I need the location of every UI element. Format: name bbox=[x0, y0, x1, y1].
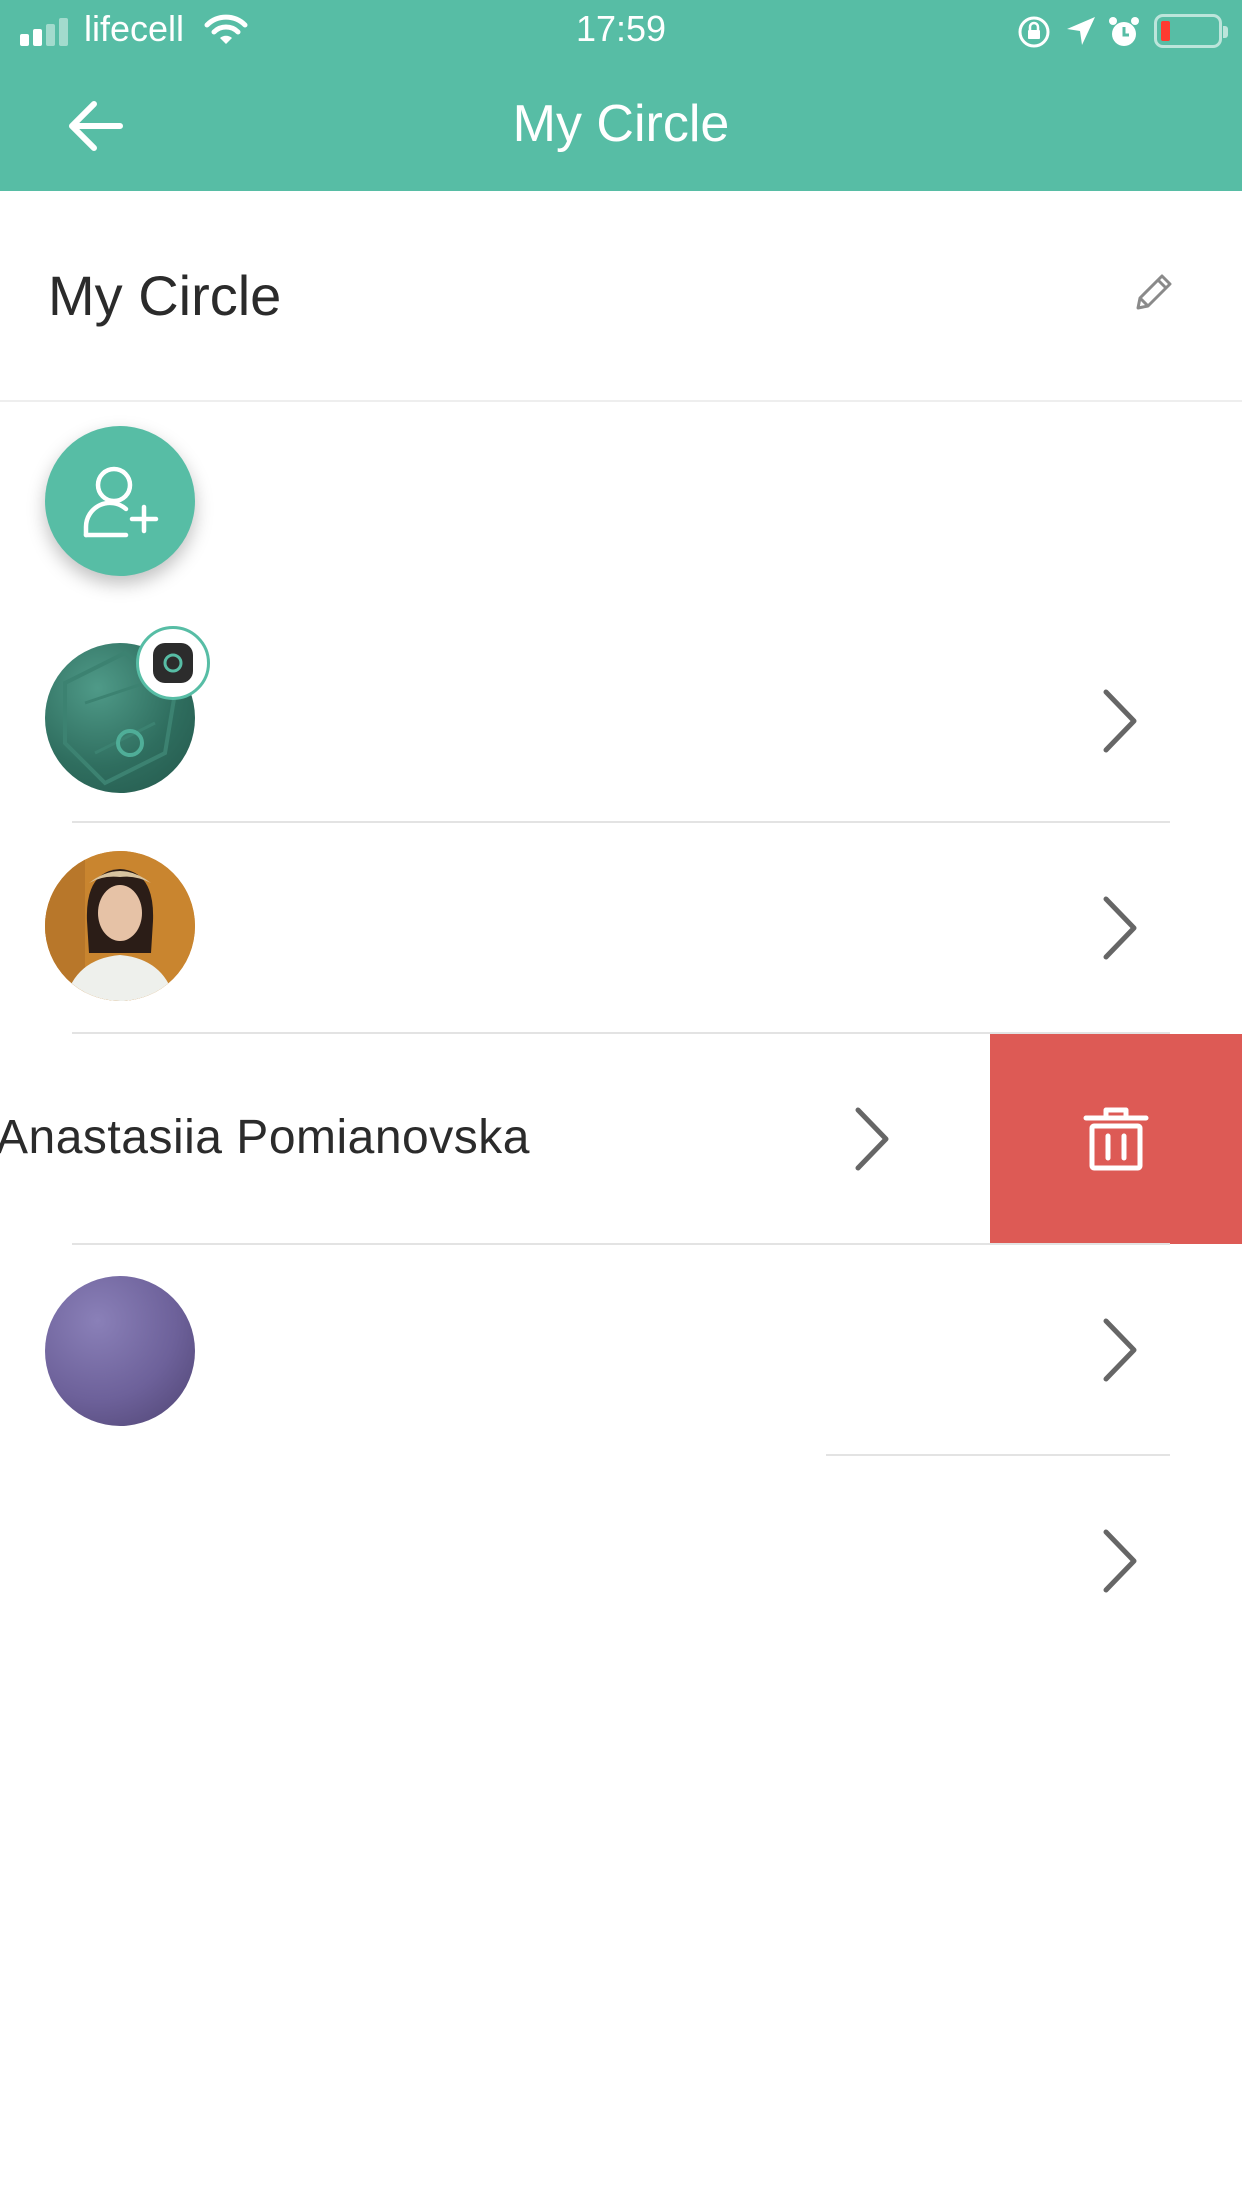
purple-avatar bbox=[45, 1276, 195, 1426]
member-row[interactable] bbox=[0, 1245, 1242, 1455]
member-row[interactable] bbox=[0, 1456, 1242, 1666]
trash-icon bbox=[1083, 1107, 1149, 1171]
device-badge bbox=[136, 626, 210, 700]
pencil-icon[interactable] bbox=[1128, 268, 1178, 318]
member-row-swiped[interactable]: Anastasiia Pomianovska bbox=[0, 1034, 990, 1244]
alarm-icon bbox=[1109, 17, 1139, 46]
status-bar: lifecell 17:59 bbox=[0, 0, 1242, 62]
photo-avatar bbox=[45, 851, 195, 1001]
add-member-button[interactable] bbox=[45, 426, 195, 576]
chevron-right-icon bbox=[1103, 1529, 1137, 1593]
section-header: My Circle bbox=[0, 191, 1242, 402]
status-time: 17:59 bbox=[575, 8, 667, 49]
location-arrow-icon bbox=[1067, 17, 1095, 45]
member-row[interactable] bbox=[0, 823, 1242, 1033]
section-title: My Circle bbox=[48, 264, 282, 327]
nav-title: My Circle bbox=[512, 95, 730, 153]
chevron-right-icon bbox=[1103, 1318, 1137, 1382]
delete-button[interactable] bbox=[990, 1034, 1242, 1244]
chevron-right-icon bbox=[1103, 689, 1137, 753]
add-person-icon bbox=[83, 466, 159, 538]
tracker-device-icon bbox=[153, 643, 193, 683]
chevron-right-icon bbox=[855, 1107, 889, 1171]
chevron-right-icon bbox=[1103, 896, 1137, 960]
top-bar: lifecell 17:59 My Circle bbox=[0, 0, 1242, 191]
battery-icon bbox=[1154, 14, 1228, 48]
rotation-lock-icon bbox=[1018, 16, 1050, 48]
member-name: Anastasiia Pomianovska bbox=[0, 1111, 530, 1164]
